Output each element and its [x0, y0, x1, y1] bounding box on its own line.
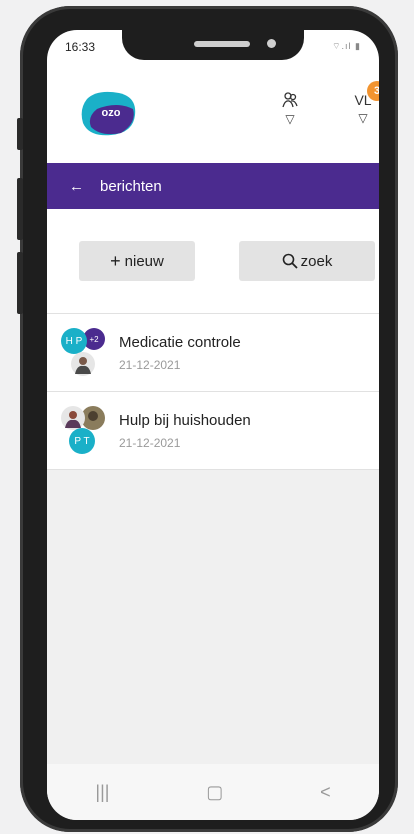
message-title: Medicatie controle: [119, 334, 241, 351]
message-date: 21-12-2021: [119, 436, 181, 450]
team-switcher[interactable]: ▽: [279, 92, 301, 125]
status-icons: ⌔.ıl ▮: [332, 41, 361, 51]
side-button: [17, 252, 23, 314]
avatar: P T: [69, 428, 95, 454]
message-date: 21-12-2021: [119, 358, 181, 372]
empty-area: [47, 470, 379, 764]
message-item[interactable]: P T Hulp bij huishouden 21-12-2021: [47, 392, 379, 470]
search-label: zoek: [300, 252, 333, 270]
ozo-logo[interactable]: ozo: [77, 87, 141, 139]
page-title: berichten: [100, 177, 162, 195]
page-header: ← berichten: [47, 163, 379, 209]
message-list: H P +2 Medicatie controle 21-12-2021 P T…: [47, 313, 379, 470]
participant-avatars: P T: [61, 406, 113, 456]
person-photo-icon: [88, 411, 98, 421]
person-photo-icon: [65, 411, 81, 428]
chevron-down-icon: ▽: [358, 111, 368, 125]
status-time: 16:33: [65, 40, 96, 54]
system-nav-bar: ||| ▢ <: [47, 764, 379, 820]
search-icon: [282, 253, 298, 269]
recents-icon[interactable]: |||: [95, 782, 109, 803]
participant-avatars: H P +2: [61, 328, 113, 378]
side-button: [17, 178, 23, 240]
new-message-button[interactable]: + nieuw: [79, 241, 195, 281]
person-photo-icon: [75, 357, 91, 374]
chevron-down-icon: ▽: [285, 112, 295, 126]
app-screen: 16:33 ⌔.ıl ▮ ozo ▽ VL ▽ 3 ← berichten + …: [47, 30, 379, 820]
new-message-label: nieuw: [124, 252, 164, 270]
search-button[interactable]: zoek: [239, 241, 375, 281]
message-title: Hulp bij huishouden: [119, 412, 251, 429]
side-button: [17, 118, 23, 150]
avatar: [71, 352, 95, 376]
avatar: [61, 406, 85, 430]
home-icon[interactable]: ▢: [206, 782, 223, 803]
avatar: H P: [61, 328, 87, 354]
people-icon: [282, 92, 298, 108]
message-item[interactable]: H P +2 Medicatie controle 21-12-2021: [47, 314, 379, 392]
camera-notch: [122, 30, 304, 60]
back-arrow-icon[interactable]: ←: [69, 178, 84, 195]
logo-text: ozo: [101, 107, 121, 119]
back-icon[interactable]: <: [320, 782, 331, 803]
plus-icon: +: [110, 250, 121, 271]
